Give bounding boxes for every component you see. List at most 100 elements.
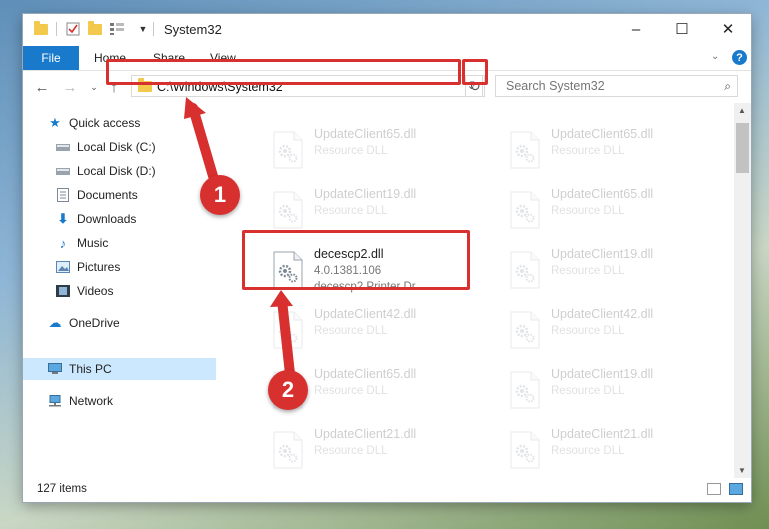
sidebar-item-label: Local Disk (D:) <box>77 164 156 178</box>
dll-file-icon <box>272 131 304 169</box>
drive-icon <box>55 139 71 155</box>
file-detail: Resource DLL <box>314 205 388 217</box>
dll-file-icon <box>509 371 541 409</box>
maximize-button[interactable]: ☐ <box>659 14 705 44</box>
file-detail: Resource DLL <box>314 385 388 397</box>
file-name: UpdateClient65.dll <box>551 127 654 141</box>
forward-button[interactable]: → <box>61 78 79 96</box>
file-name: UpdateClient65.dll <box>314 367 417 381</box>
tab-file[interactable]: File <box>23 46 79 70</box>
file-name: UpdateClient19.dll <box>551 247 654 261</box>
expand-ribbon-icon[interactable]: ⌄ <box>711 51 719 62</box>
scroll-down-icon[interactable]: ▼ <box>738 466 746 475</box>
search-icon: ⌕ <box>724 79 731 93</box>
file-item[interactable]: UpdateClient65.dll Resource DLL <box>501 125 721 175</box>
sidebar-item-label: Documents <box>77 188 138 202</box>
dll-file-icon <box>272 191 304 229</box>
back-button[interactable]: ← <box>33 78 51 96</box>
file-detail: Resource DLL <box>314 325 388 337</box>
properties-icon[interactable] <box>65 21 81 37</box>
navigation-pane: ★ Quick access Local Disk (C:) ⚲ Local D… <box>23 103 243 473</box>
file-detail: Resource DLL <box>314 445 388 457</box>
minimize-button[interactable]: – <box>613 14 659 44</box>
scrollbar-thumb[interactable] <box>736 123 749 173</box>
dll-file-icon <box>272 311 304 349</box>
sidebar-item-label: Network <box>69 394 114 408</box>
divider <box>153 22 154 36</box>
close-button[interactable]: ✕ <box>705 14 751 44</box>
file-name: UpdateClient65.dll <box>551 187 654 201</box>
recent-locations-icon[interactable]: ⌄ <box>85 78 103 96</box>
file-name: UpdateClient42.dll <box>314 307 417 321</box>
computer-icon <box>47 361 63 377</box>
file-detail: Resource DLL <box>551 265 625 277</box>
sidebar-item-label: Pictures <box>77 260 121 274</box>
file-detail: Resource DLL <box>314 145 388 157</box>
file-detail: Resource DLL <box>551 205 625 217</box>
sidebar-item-label: Local Disk (C:) <box>77 140 156 154</box>
sidebar-item-quick-access[interactable]: ★ Quick access <box>23 112 240 134</box>
sidebar-item-label: Quick access <box>69 116 141 130</box>
dll-file-icon <box>272 431 304 469</box>
file-item[interactable]: UpdateClient19.dll Resource DLL <box>501 245 721 295</box>
sidebar-item-label: Music <box>77 236 109 250</box>
videos-icon <box>55 283 71 299</box>
sidebar-item-network[interactable]: Network <box>23 390 240 412</box>
new-folder-icon[interactable] <box>87 20 103 37</box>
step-2-badge: 2 <box>268 370 308 410</box>
sidebar-item-pictures[interactable]: Pictures ⚲ <box>23 256 248 278</box>
file-detail: Resource DLL <box>551 325 625 337</box>
divider <box>56 22 57 36</box>
sidebar-item-local-disk-c[interactable]: Local Disk (C:) ⚲ <box>23 136 248 158</box>
file-detail: Resource DLL <box>551 145 625 157</box>
file-item[interactable]: UpdateClient42.dll Resource DLL <box>264 305 484 355</box>
file-name: UpdateClient65.dll <box>314 127 417 141</box>
sidebar-item-label: OneDrive <box>69 316 120 330</box>
file-item[interactable]: UpdateClient65.dll Resource DLL <box>264 125 484 175</box>
star-icon: ★ <box>49 115 61 130</box>
title-bar: ▼ System32 – ☐ ✕ <box>23 14 751 46</box>
music-icon: ♪ <box>59 235 67 251</box>
status-bar: 127 items <box>23 478 751 502</box>
cloud-icon: ☁ <box>48 315 62 330</box>
search-box[interactable]: ⌕ <box>495 75 738 97</box>
help-icon[interactable]: ? <box>732 50 747 65</box>
sidebar-item-this-pc[interactable]: This PC <box>23 358 216 380</box>
step-1-badge: 1 <box>200 175 240 215</box>
customize-toolbar-icon[interactable]: ▼ <box>135 21 151 37</box>
documents-icon <box>55 187 71 203</box>
search-input[interactable] <box>504 78 708 94</box>
dll-file-icon <box>509 131 541 169</box>
network-icon <box>47 393 63 409</box>
file-item[interactable]: UpdateClient42.dll Resource DLL <box>501 305 721 355</box>
sidebar-item-label: This PC <box>69 362 112 376</box>
pictures-icon <box>55 259 71 275</box>
file-item[interactable]: UpdateClient65.dll Resource DLL <box>501 185 721 235</box>
dll-file-icon <box>509 191 541 229</box>
file-detail: Resource DLL <box>551 385 625 397</box>
dll-file-icon <box>509 311 541 349</box>
vertical-scrollbar[interactable]: ▲ ▼ <box>734 103 751 478</box>
sidebar-item-music[interactable]: ♪ Music ⚲ <box>23 232 248 254</box>
file-name: UpdateClient19.dll <box>314 187 417 201</box>
file-name: UpdateClient21.dll <box>551 427 654 441</box>
address-bar-highlight <box>106 59 461 85</box>
file-item[interactable]: UpdateClient19.dll Resource DLL <box>501 365 721 415</box>
scroll-up-icon[interactable]: ▲ <box>738 106 746 115</box>
details-view-icon[interactable] <box>707 483 721 495</box>
refresh-highlight <box>462 59 488 85</box>
dll-file-icon <box>509 251 541 289</box>
file-detail: Resource DLL <box>551 445 625 457</box>
file-name: UpdateClient19.dll <box>551 367 654 381</box>
sidebar-item-onedrive[interactable]: ☁ OneDrive <box>23 312 240 334</box>
view-options-icon[interactable] <box>109 21 125 37</box>
sidebar-item-videos[interactable]: Videos ⚲ <box>23 280 248 302</box>
window-title: System32 <box>164 22 222 37</box>
sidebar-item-label: Downloads <box>77 212 137 226</box>
file-item[interactable]: UpdateClient19.dll Resource DLL <box>264 185 484 235</box>
large-icons-view-icon[interactable] <box>729 483 743 495</box>
file-item[interactable]: UpdateClient21.dll Resource DLL <box>264 425 484 475</box>
file-item[interactable]: UpdateClient21.dll Resource DLL <box>501 425 721 475</box>
file-name: UpdateClient21.dll <box>314 427 417 441</box>
dll-file-icon <box>509 431 541 469</box>
